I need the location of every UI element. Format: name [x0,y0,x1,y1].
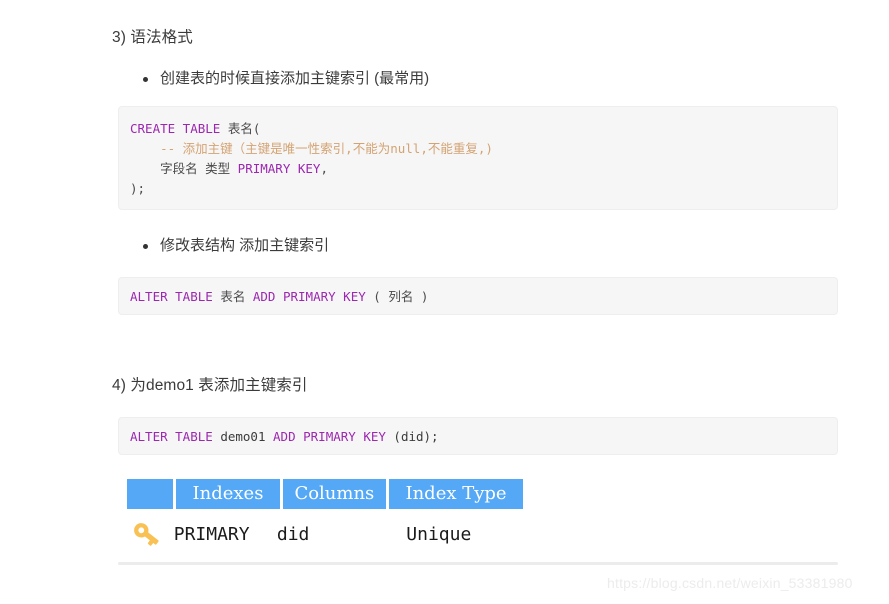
table-cell-column-name: did [276,523,310,545]
index-result-table: Indexes Columns Index Type PRIMARY did U… [127,479,523,555]
code-text: 表名 [212,289,253,304]
key-icon [134,523,159,546]
table-row: PRIMARY did Unique [127,513,523,555]
table-header-row: Indexes Columns Index Type [127,479,523,509]
table-cell-index-name: PRIMARY [173,523,250,545]
code-text: ( 列名 ) [365,289,429,304]
table-header-index-type: Index Type [389,479,523,509]
code-text: , [320,161,328,176]
code-block-create-table: CREATE TABLE 表名( -- 添加主键（主键是唯一性索引,不能为nul… [118,106,838,210]
table-header-blank [127,479,174,509]
list-item: 创建表的时候直接添加主键索引 (最常用) [140,68,429,90]
section-heading-4: 4) 为demo1 表添加主键索引 [112,377,308,394]
code-keyword: ADD PRIMARY KEY [273,429,386,444]
table-header-indexes: Indexes [176,479,280,509]
code-text: (did); [385,429,439,444]
code-comment: -- 添加主键（主键是唯一性索引,不能为null,不能重复,) [160,141,493,156]
list-item: 修改表结构 添加主键索引 [140,235,329,257]
code-table-name: demo01 [212,429,274,444]
code-text: 字段名 类型 [160,161,238,176]
code-text: 表名( [220,121,261,136]
code-block-alter-table-demo01: ALTER TABLE demo01 ADD PRIMARY KEY (did)… [118,417,838,455]
section-heading-3: 3) 语法格式 [112,29,193,46]
code-keyword: ALTER TABLE [130,429,213,444]
code-keyword: ADD PRIMARY KEY [252,289,366,304]
code-keyword: CREATE TABLE [130,121,221,136]
code-block-alter-table-generic: ALTER TABLE 表名 ADD PRIMARY KEY ( 列名 ) [118,277,838,315]
key-icon-cell [127,519,174,549]
table-header-columns: Columns [282,479,387,509]
article-content: 3) 语法格式 创建表的时候直接添加主键索引 (最常用) CREATE TABL… [0,0,889,604]
watermark-url: https://blog.csdn.net/weixin_53381980 [607,575,853,591]
table-bottom-divider [118,562,838,565]
code-keyword: PRIMARY KEY [237,161,321,176]
code-text: ); [130,181,146,196]
code-keyword: ALTER TABLE [130,289,213,304]
table-cell-index-type: Unique [406,523,472,545]
